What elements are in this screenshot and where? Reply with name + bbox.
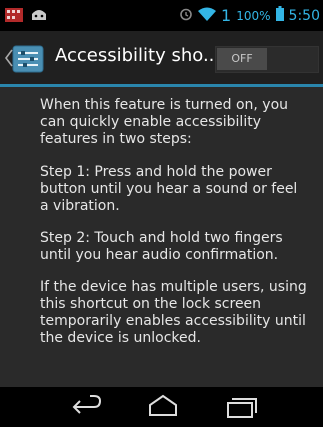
action-bar: Accessibility sho... OFF bbox=[0, 31, 323, 87]
wifi-icon bbox=[198, 7, 217, 25]
navigation-bar bbox=[0, 387, 323, 427]
status-bar-right: 1 100% 5:50 bbox=[179, 6, 320, 25]
feature-toggle[interactable]: OFF bbox=[215, 46, 319, 73]
notification-icon bbox=[5, 7, 23, 26]
accessibility-app-icon[interactable] bbox=[11, 42, 45, 76]
recents-icon[interactable] bbox=[222, 393, 262, 421]
page-title: Accessibility sho... bbox=[55, 45, 221, 66]
multi-user-note: If the device has multiple users, using … bbox=[40, 279, 307, 346]
alarm-icon bbox=[179, 7, 193, 25]
toggle-label: OFF bbox=[217, 48, 267, 70]
notification-count: 1 bbox=[221, 6, 232, 25]
clock: 5:50 bbox=[288, 7, 320, 24]
back-icon[interactable] bbox=[66, 393, 106, 421]
step-2-text: Step 2: Touch and hold two fingers until… bbox=[40, 230, 283, 263]
status-bar: 1 100% 5:50 bbox=[0, 0, 323, 31]
step-1-text: Step 1: Press and hold the power button … bbox=[40, 164, 298, 214]
battery-percent: 100% bbox=[236, 8, 271, 23]
description-panel: When this feature is turned on, you can … bbox=[0, 87, 323, 387]
android-icon bbox=[30, 7, 48, 26]
intro-text: When this feature is turned on, you can … bbox=[40, 97, 289, 147]
status-bar-left bbox=[5, 7, 48, 26]
home-icon[interactable] bbox=[143, 393, 183, 421]
battery-icon bbox=[275, 6, 284, 25]
